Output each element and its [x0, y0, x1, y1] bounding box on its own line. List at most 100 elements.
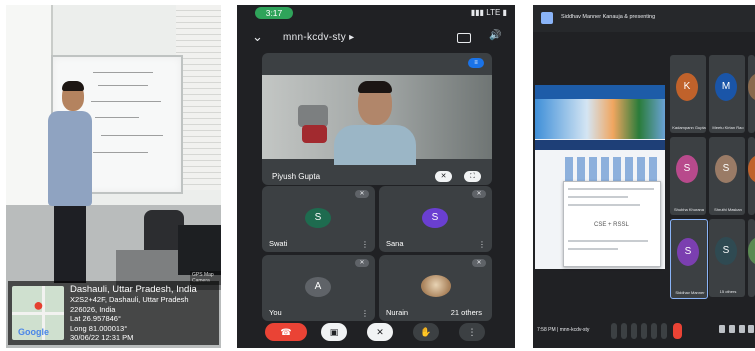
- speaker-body: [334, 125, 416, 165]
- fullscreen-icon[interactable]: ⛶: [464, 171, 481, 182]
- main-video-tile[interactable]: ≡ Piyush Gupta ✕ ⛶: [262, 53, 492, 185]
- participant-tile[interactable]: S Shruthi Maskan: [709, 137, 745, 215]
- participant-tile-others[interactable]: ✕ Nurain 21 others: [379, 255, 492, 321]
- mic-off-icon: ✕: [472, 190, 486, 198]
- collapse-chevron-icon[interactable]: ⌄: [252, 29, 263, 45]
- map-thumbnail: ● Google: [12, 286, 64, 340]
- participant-name: Sana: [386, 239, 404, 248]
- geotag-title: Dashauli, Uttar Pradesh, India: [70, 284, 197, 295]
- status-network: ▮▮▮ LTE ▮: [470, 8, 507, 17]
- website-banner: [535, 99, 665, 139]
- speaking-indicator-icon: ≡: [468, 58, 484, 68]
- chat-icon[interactable]: [739, 325, 745, 333]
- mic-off-button[interactable]: ✕: [367, 323, 393, 341]
- participant-name: Shubha Khurana: [673, 207, 705, 212]
- status-time: 3:17: [255, 7, 293, 19]
- avatar: H: [748, 155, 755, 183]
- more-options-icon[interactable]: ⋮: [361, 240, 369, 249]
- status-bar: 3:17 ▮▮▮ LTE ▮: [237, 5, 515, 21]
- avatar: S: [715, 155, 737, 183]
- presenter-legs: [54, 205, 86, 283]
- participant-tile-others[interactable]: S 15 others: [709, 219, 745, 297]
- end-call-button[interactable]: ☎: [265, 323, 307, 341]
- presenter-hair: [62, 81, 84, 91]
- participant-name: Nurain: [386, 308, 409, 317]
- computer-monitor: [178, 225, 221, 275]
- raise-hand-button[interactable]: ✋: [413, 323, 439, 341]
- participant-name: Meetu Kirtan Rao: [712, 125, 744, 130]
- presenting-title-bar: Siddhav Manner Kanauja & presenting: [533, 5, 755, 32]
- geotag-lat: Lat 26.957846°: [70, 314, 121, 324]
- more-options-icon[interactable]: ⋮: [361, 309, 369, 318]
- switch-camera-icon[interactable]: [457, 33, 471, 43]
- avatar: A: [305, 277, 331, 297]
- participant-tile[interactable]: K Kadampann Gupta: [670, 55, 706, 133]
- camera-off-button[interactable]: ▣: [321, 323, 347, 341]
- geotag-address: X2S2+42F, Dashauli, Uttar Pradesh 226026…: [70, 295, 189, 314]
- people-icon[interactable]: [729, 325, 735, 333]
- participant-tile[interactable]: S: [748, 219, 755, 297]
- leave-call-button[interactable]: [673, 323, 682, 339]
- participant-video: [262, 75, 492, 165]
- mic-off-icon[interactable]: ✕: [435, 171, 452, 182]
- avatar: M: [715, 73, 737, 101]
- participant-name: Kadampann Gupta: [672, 125, 706, 130]
- meeting-code[interactable]: mnn-kcdv-sty ▸: [283, 32, 354, 43]
- participant-name: You: [269, 308, 282, 317]
- info-icon[interactable]: [719, 325, 725, 333]
- phone-meet-screen: 3:17 ▮▮▮ LTE ▮ ⌄ mnn-kcdv-sty ▸ 🔊 ≡ Piyu…: [237, 5, 515, 348]
- avatar: S: [676, 155, 698, 183]
- raise-hand-button[interactable]: [641, 323, 647, 339]
- participant-name: Siddhav Manner: [675, 290, 705, 295]
- speaker-icon[interactable]: 🔊: [489, 30, 501, 41]
- presenting-title: Siddhav Manner Kanauja & presenting: [561, 14, 656, 20]
- geotag-overlay: ● Google Dashauli, Uttar Pradesh, India …: [8, 281, 219, 345]
- website-popup: CSE + RSSL: [563, 181, 661, 267]
- avatar: G: [748, 73, 755, 101]
- participant-tile-presenter[interactable]: S Siddhav Manner: [670, 219, 708, 299]
- meet-app-bar: ⌄ mnn-kcdv-sty ▸ 🔊: [237, 25, 515, 51]
- location-pin-icon: ●: [33, 295, 44, 315]
- avatar: S: [715, 237, 737, 265]
- geotag-long: Long 81.000013°: [70, 323, 128, 333]
- camera-button[interactable]: [621, 323, 627, 339]
- present-button[interactable]: [651, 323, 657, 339]
- participant-tile-you[interactable]: ✕ A You ⋮: [262, 255, 375, 321]
- participant-name: 15 others: [719, 289, 737, 294]
- meet-bottom-bar: 7:58 PM | mnn-kcdv-sty: [533, 317, 755, 348]
- website-strip: [535, 140, 665, 150]
- avatar: S: [677, 238, 699, 266]
- geotag-datetime: 30/06/22 12:31 PM: [70, 333, 134, 343]
- presenter-icon: [541, 12, 553, 24]
- participant-photo: [421, 275, 451, 297]
- laptop-meet-screen: Siddhav Manner Kanauja & presenting CSE …: [533, 5, 755, 348]
- avatar: K: [676, 73, 698, 101]
- more-options-button[interactable]: [661, 323, 667, 339]
- participant-tile[interactable]: M Meetu Kirtan Rao: [709, 55, 745, 133]
- speaker-hair: [358, 81, 392, 93]
- mic-off-icon: ✕: [472, 259, 486, 267]
- others-count: 21 others: [450, 308, 482, 317]
- meeting-code: 7:58 PM | mnn-kcdv-sty: [537, 327, 590, 333]
- avatar: S: [422, 208, 448, 228]
- main-tile-name: Piyush Gupta: [272, 172, 321, 181]
- participant-tile-swati[interactable]: ✕ S Swati ⋮: [262, 186, 375, 252]
- avatar: S: [748, 237, 755, 265]
- classroom-photo: GPS Map Camera ● Google Dashauli, Uttar …: [6, 5, 221, 348]
- participant-name: Swati: [269, 239, 288, 248]
- more-options-button[interactable]: ⋮: [459, 323, 485, 341]
- more-options-icon[interactable]: ⋮: [478, 240, 486, 249]
- google-logo: Google: [18, 327, 49, 337]
- mic-button[interactable]: [611, 323, 617, 339]
- participant-tile[interactable]: G: [748, 55, 755, 133]
- presented-screen: CSE + RSSL: [535, 85, 665, 269]
- geotag-text: Dashauli, Uttar Pradesh, India X2S2+42F,…: [70, 284, 217, 343]
- participant-tile[interactable]: H: [748, 137, 755, 215]
- participant-tile[interactable]: S Shubha Khurana: [670, 137, 706, 215]
- participant-tile-sana[interactable]: ✕ S Sana ⋮: [379, 186, 492, 252]
- participant-name: Shruthi Maskan: [714, 207, 742, 212]
- presenter-body: [48, 111, 92, 206]
- mic-off-icon: ✕: [355, 259, 369, 267]
- captions-button[interactable]: [631, 323, 637, 339]
- activities-icon[interactable]: [748, 325, 754, 333]
